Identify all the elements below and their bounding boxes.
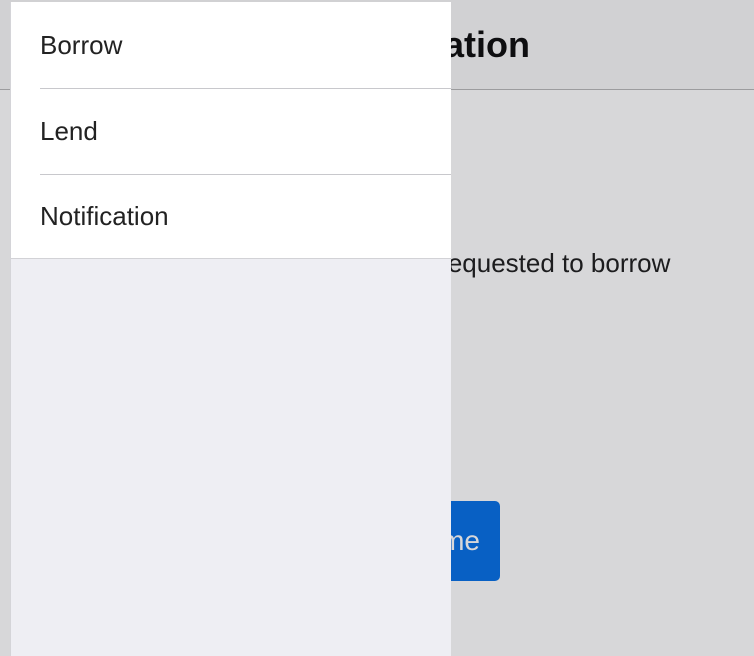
side-menu: Borrow Lend Notification xyxy=(10,2,451,656)
app-window: Notification Your friend has requested t… xyxy=(0,0,754,656)
menu-item-borrow[interactable]: Borrow xyxy=(11,2,451,88)
menu-list: Borrow Lend Notification xyxy=(11,2,451,259)
menu-item-notification[interactable]: Notification xyxy=(11,174,451,258)
menu-item-lend[interactable]: Lend xyxy=(11,88,451,174)
